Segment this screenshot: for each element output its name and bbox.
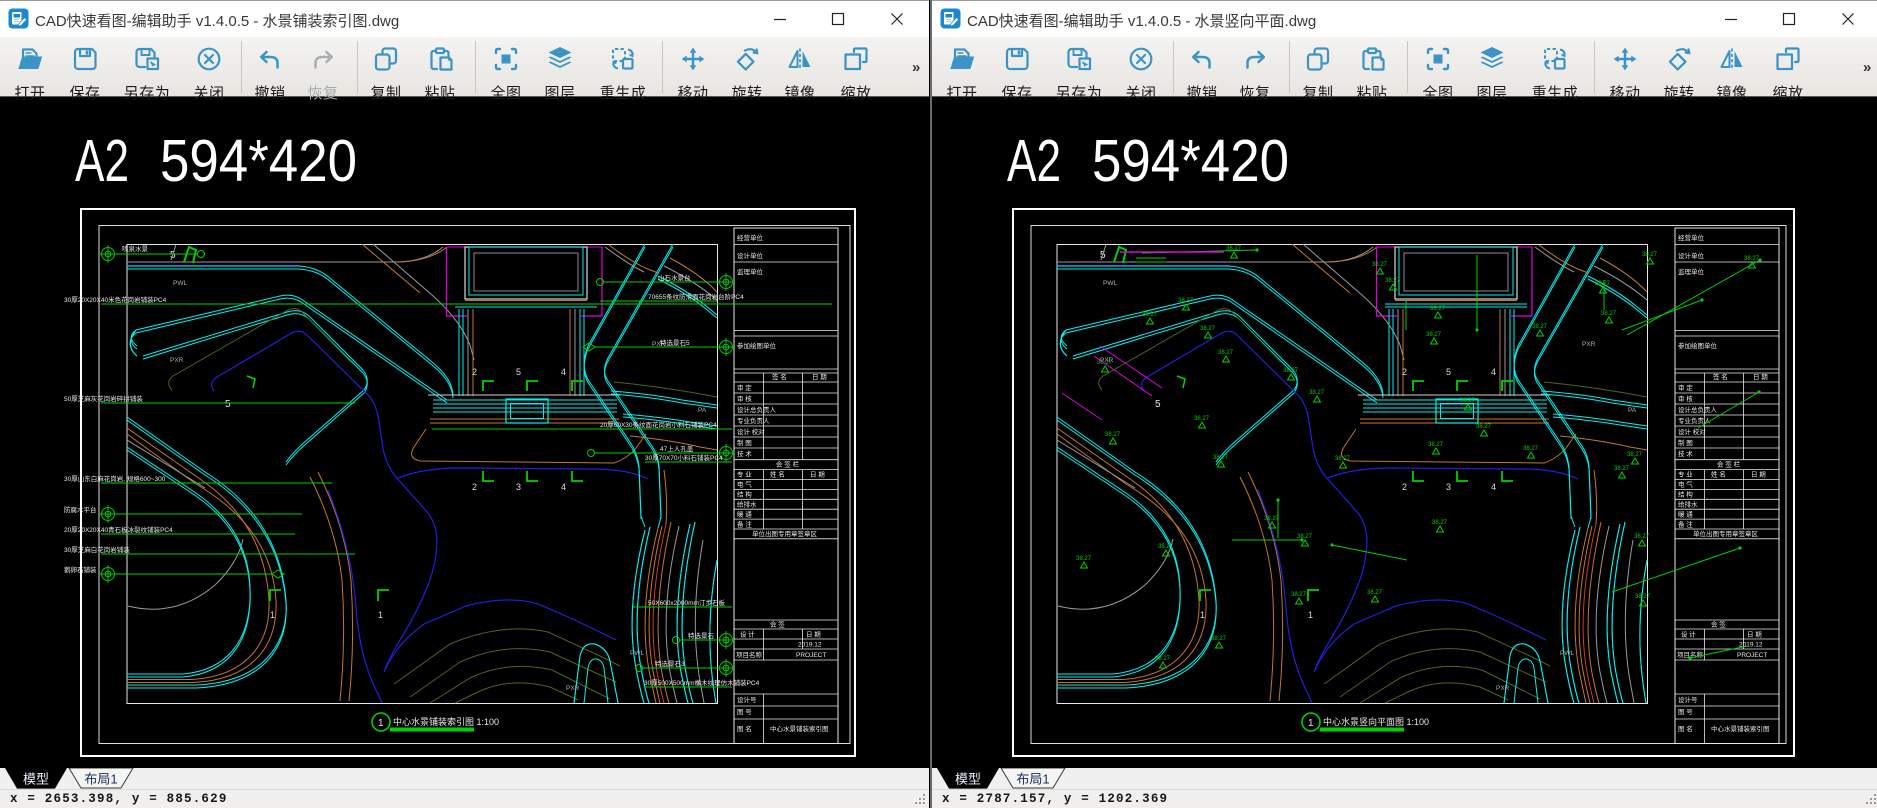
svg-text:38.27: 38.27 [1213, 455, 1229, 461]
svg-text:38.27: 38.27 [1218, 350, 1234, 356]
svg-text:38.27: 38.27 [1601, 311, 1617, 317]
svg-text:38.27: 38.27 [1142, 312, 1158, 318]
svg-text:中心水景竖向平面图 1:100: 中心水景竖向平面图 1:100 [1323, 716, 1429, 727]
svg-text:38.27: 38.27 [1297, 534, 1313, 540]
svg-text:38.27: 38.27 [1532, 324, 1548, 330]
svg-text:38.27: 38.27 [1642, 252, 1658, 258]
svg-text:模型: 模型 [955, 772, 981, 787]
svg-text:30厚芝麻白花岗岩铺装: 30厚芝麻白花岗岩铺装 [64, 545, 130, 554]
svg-text:38.27: 38.27 [1264, 516, 1280, 522]
svg-text:喷泉水景: 喷泉水景 [122, 244, 149, 253]
svg-text:山石水景台: 山石水景台 [658, 273, 691, 282]
svg-text:38.27: 38.27 [1200, 326, 1216, 332]
svg-text:鹅卵石铺装: 鹅卵石铺装 [64, 565, 97, 574]
svg-text:50X600x2000mm汀步石板: 50X600x2000mm汀步石板 [648, 598, 725, 607]
svg-text:30厚500X500mm橡木纹理仿木铺装PC4: 30厚500X500mm橡木纹理仿木铺装PC4 [644, 678, 760, 687]
svg-text:防腐木平台: 防腐木平台 [64, 505, 97, 514]
svg-text:38.27: 38.27 [1523, 446, 1539, 452]
svg-text:布局1: 布局1 [1016, 772, 1049, 787]
svg-text:38.27: 38.27 [1194, 416, 1210, 422]
svg-text:1: 1 [1308, 718, 1314, 729]
svg-text:20厚20X20X40青石板冰裂纹铺装PC4: 20厚20X20X40青石板冰裂纹铺装PC4 [64, 525, 173, 534]
svg-text:30厚70X70小料石铺装PC4: 30厚70X70小料石铺装PC4 [645, 453, 723, 462]
svg-text:特选景石3: 特选景石3 [655, 659, 685, 668]
svg-text:中心水景铺装索引图 1:100: 中心水景铺装索引图 1:100 [393, 716, 499, 727]
svg-text:38.27: 38.27 [1291, 592, 1307, 598]
svg-text:38.27: 38.27 [1155, 656, 1171, 662]
svg-text:38.27: 38.27 [1158, 544, 1174, 550]
svg-text:38.27: 38.27 [1595, 281, 1611, 287]
svg-text:38.27: 38.27 [1372, 262, 1388, 268]
svg-text:30厚20X20X40米色花岗岩铺装PC4: 30厚20X20X40米色花岗岩铺装PC4 [64, 295, 167, 304]
svg-text:70655条纹防滑面花岗岩台阶PC4: 70655条纹防滑面花岗岩台阶PC4 [648, 292, 744, 301]
svg-text:38.27: 38.27 [1430, 306, 1446, 312]
svg-text:1: 1 [378, 718, 384, 729]
svg-text:30厚山东白麻花岗岩, 规格600~300: 30厚山东白麻花岗岩, 规格600~300 [64, 474, 166, 483]
svg-text:38.27: 38.27 [1476, 424, 1492, 430]
svg-text:38.27: 38.27 [1627, 452, 1643, 458]
svg-text:38.27: 38.27 [1178, 298, 1194, 304]
svg-text:38.27: 38.27 [1309, 390, 1325, 396]
svg-text:38.27: 38.27 [1614, 466, 1630, 472]
svg-text:38.27: 38.27 [1460, 398, 1476, 404]
svg-text:特选景石: 特选景石 [688, 631, 715, 640]
svg-text:38.27: 38.27 [1634, 534, 1650, 540]
svg-text:特选景石5: 特选景石5 [660, 338, 690, 347]
svg-text:模型: 模型 [23, 772, 49, 787]
svg-text:38.27: 38.27 [1283, 368, 1299, 374]
svg-text:38.27: 38.27 [1426, 332, 1442, 338]
svg-text:38.27: 38.27 [1428, 442, 1444, 448]
svg-text:38.27: 38.27 [1635, 594, 1651, 600]
svg-text:47上人孔盖: 47上人孔盖 [660, 444, 694, 453]
svg-text:38.27: 38.27 [1076, 556, 1092, 562]
svg-text:38.27: 38.27 [1432, 520, 1448, 526]
svg-text:38.27: 38.27 [1105, 432, 1121, 438]
svg-text:布局1: 布局1 [84, 772, 117, 787]
svg-text:38.27: 38.27 [1385, 278, 1401, 284]
svg-text:38.27: 38.27 [1335, 456, 1351, 462]
svg-text:38.27: 38.27 [1367, 590, 1383, 596]
svg-text:50厚芝麻灰花岗岩碎拼铺装: 50厚芝麻灰花岗岩碎拼铺装 [64, 394, 143, 403]
svg-text:20厚60X30条纹面花岗岩小料石铺装PC4: 20厚60X30条纹面花岗岩小料石铺装PC4 [600, 420, 717, 429]
svg-text:38.27: 38.27 [1211, 636, 1227, 642]
